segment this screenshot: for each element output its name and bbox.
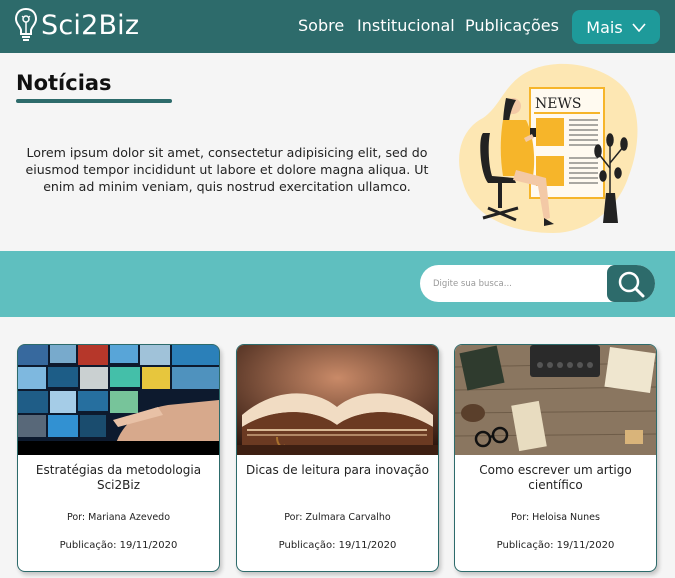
card-image-media-wall [18, 345, 219, 455]
illustration-news-text: NEWS [535, 96, 581, 112]
article-card[interactable]: Dicas de leitura para inovação Por: Zulm… [236, 344, 439, 572]
chevron-down-icon [632, 22, 646, 32]
top-navbar: Sci2Biz Sobre Institucional Publicações … [0, 0, 675, 53]
search-icon [618, 271, 645, 297]
card-author: Por: Mariana Azevedo [66, 512, 171, 523]
card-date: Publicação: 19/11/2020 [278, 540, 397, 551]
page-title: Notícias [16, 71, 112, 95]
brand-logo[interactable]: Sci2Biz [14, 7, 139, 43]
card-author: Por: Zulmara Carvalho [284, 512, 391, 523]
hero-section: Notícias Lorem ipsum dolor sit amet, con… [0, 53, 675, 251]
card-image-writing-desk [455, 345, 656, 455]
card-date: Publicação: 19/11/2020 [59, 540, 178, 551]
lightbulb-icon [14, 7, 38, 41]
article-card[interactable]: Estratégias da metodologia Sci2Biz Por: … [17, 344, 220, 572]
title-underline [16, 99, 172, 103]
search-input[interactable] [420, 265, 610, 302]
nav-link-sobre[interactable]: Sobre [298, 16, 344, 35]
news-reader-illustration: NEWS [459, 63, 638, 234]
card-title[interactable]: Como escrever um artigo científico [463, 463, 648, 493]
nav-link-institucional[interactable]: Institucional [357, 16, 455, 35]
article-card[interactable]: Como escrever um artigo científico Por: … [454, 344, 657, 572]
intro-text: Lorem ipsum dolor sit amet, consectetur … [25, 145, 429, 194]
card-image-open-book [237, 345, 438, 455]
more-menu-button[interactable]: Mais [572, 10, 660, 44]
nav-link-publicacoes[interactable]: Publicações [465, 16, 559, 35]
search-strip [0, 251, 675, 317]
more-menu-label: Mais [586, 17, 623, 37]
search-button[interactable] [607, 265, 655, 302]
card-date: Publicação: 19/11/2020 [496, 540, 615, 551]
brand-name: Sci2Biz [41, 9, 140, 41]
card-title[interactable]: Dicas de leitura para inovação [245, 463, 430, 478]
card-author: Por: Heloisa Nunes [511, 512, 600, 523]
card-title[interactable]: Estratégias da metodologia Sci2Biz [26, 463, 211, 493]
